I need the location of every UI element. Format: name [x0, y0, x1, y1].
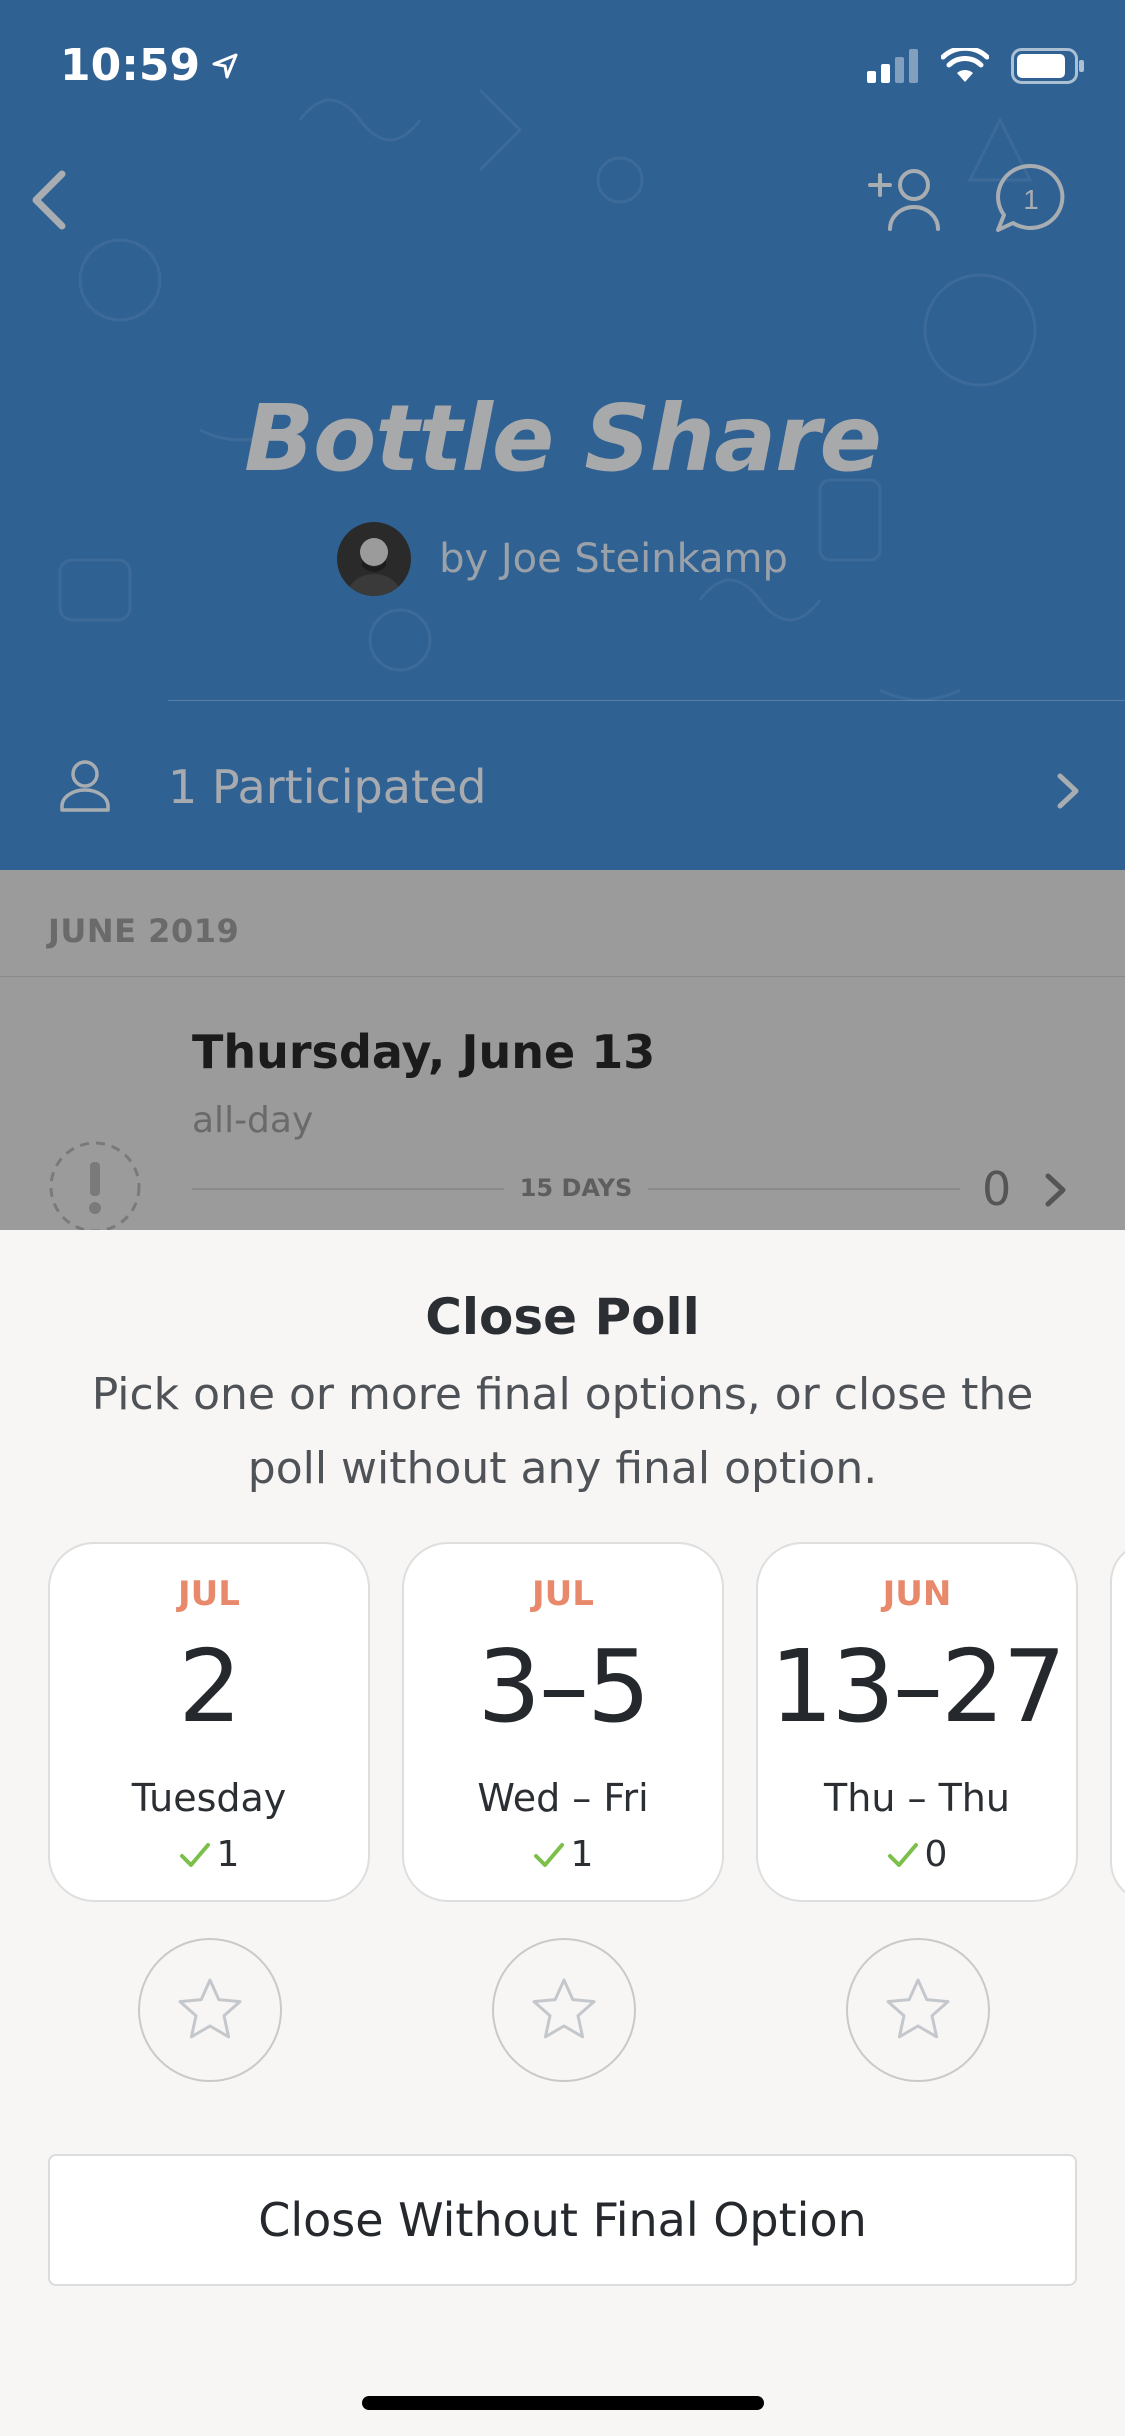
star-icon [886, 1978, 950, 2039]
star-button[interactable] [138, 1938, 282, 2082]
card-weekday: Wed – Fri [477, 1776, 649, 1820]
divider [0, 976, 1125, 977]
card-month: JUL [532, 1574, 594, 1614]
exclamation-icon [49, 1141, 141, 1230]
comment-count: 1 [1023, 184, 1039, 215]
card-votes: 1 [50, 1834, 368, 1875]
card-votes: 1 [404, 1834, 722, 1875]
star-button[interactable] [846, 1938, 990, 2082]
option-card[interactable]: JUL 3–5 Wed – Fri 1 [402, 1542, 724, 1902]
option-card[interactable]: JUN 13–27 Thu – Thu 0 [756, 1542, 1078, 1902]
vote-count: 0 [982, 1162, 1012, 1216]
checkmark-icon [887, 1842, 918, 1867]
checkmark-icon [179, 1842, 210, 1867]
organizer-name: by Joe Steinkamp [439, 536, 788, 582]
participated-label: 1 Participated [168, 760, 487, 814]
option-subtitle: all-day [192, 1100, 314, 1141]
event-header: 10:59 1 Bottle Share by Joe Steinkamp 1 … [0, 0, 1125, 870]
battery-icon [1011, 48, 1084, 84]
person-icon [60, 760, 110, 812]
duration-label: 15 DAYS [519, 1174, 633, 1202]
card-weekday: Tuesday [131, 1776, 287, 1820]
card-votes: 0 [758, 1834, 1076, 1875]
option-title[interactable]: Thursday, June 13 [192, 1025, 655, 1079]
duration-line [648, 1188, 960, 1190]
status-icons [867, 48, 1085, 84]
status-time: 10:59 [60, 40, 240, 91]
card-date: 13–27 [769, 1628, 1067, 1745]
option-cards: JUL 2 Tuesday 1 JUL 3–5 Wed – Fri 1 JUN … [0, 1542, 1125, 1902]
card-date: 3–5 [477, 1628, 650, 1745]
star-button[interactable] [492, 1938, 636, 2082]
wifi-icon [941, 48, 989, 82]
option-card[interactable]: JUL 2 Tuesday 1 [48, 1542, 370, 1902]
vote-count: 1 [216, 1834, 240, 1875]
duration-line [192, 1188, 504, 1190]
card-weekday: Thu – Thu [824, 1776, 1010, 1820]
star-icon [178, 1978, 242, 2039]
sheet-title: Close Poll [425, 1288, 700, 1346]
add-person-icon[interactable] [866, 165, 946, 235]
vote-count: 1 [570, 1834, 594, 1875]
location-arrow-icon [212, 53, 238, 78]
avatar [337, 522, 412, 596]
home-indicator[interactable] [362, 2396, 764, 2410]
sheet-description: Pick one or more final options, or close… [91, 1369, 1034, 1494]
close-without-final-option-button[interactable]: Close Without Final Option [48, 2154, 1077, 2286]
vote-count: 0 [924, 1834, 948, 1875]
back-chevron-icon[interactable] [20, 160, 80, 240]
star-icon [532, 1978, 596, 2039]
card-date: 2 [178, 1628, 242, 1745]
byline: by Joe Steinkamp [0, 522, 1125, 596]
signal-icon [867, 49, 918, 83]
divider [168, 700, 1125, 701]
month-header: JUNE 2019 [48, 912, 240, 950]
options-list: JUNE 2019 Thursday, June 13 all-day 15 D… [0, 870, 1125, 1230]
chevron-right-icon[interactable] [1040, 1170, 1070, 1210]
comment-bubble-icon: 1 [996, 163, 1065, 232]
event-title: Bottle Share [244, 385, 882, 492]
chevron-right-icon [1057, 773, 1079, 809]
card-month: JUN [882, 1574, 952, 1614]
close-poll-sheet: Close Poll Pick one or more final option… [0, 1230, 1125, 2436]
checkmark-icon [533, 1842, 564, 1867]
comments-button[interactable]: 1 [992, 160, 1070, 238]
participants-row[interactable]: 1 Participated [0, 730, 1125, 840]
card-month: JUL [178, 1574, 240, 1614]
option-card-peek[interactable] [1110, 1542, 1125, 1902]
